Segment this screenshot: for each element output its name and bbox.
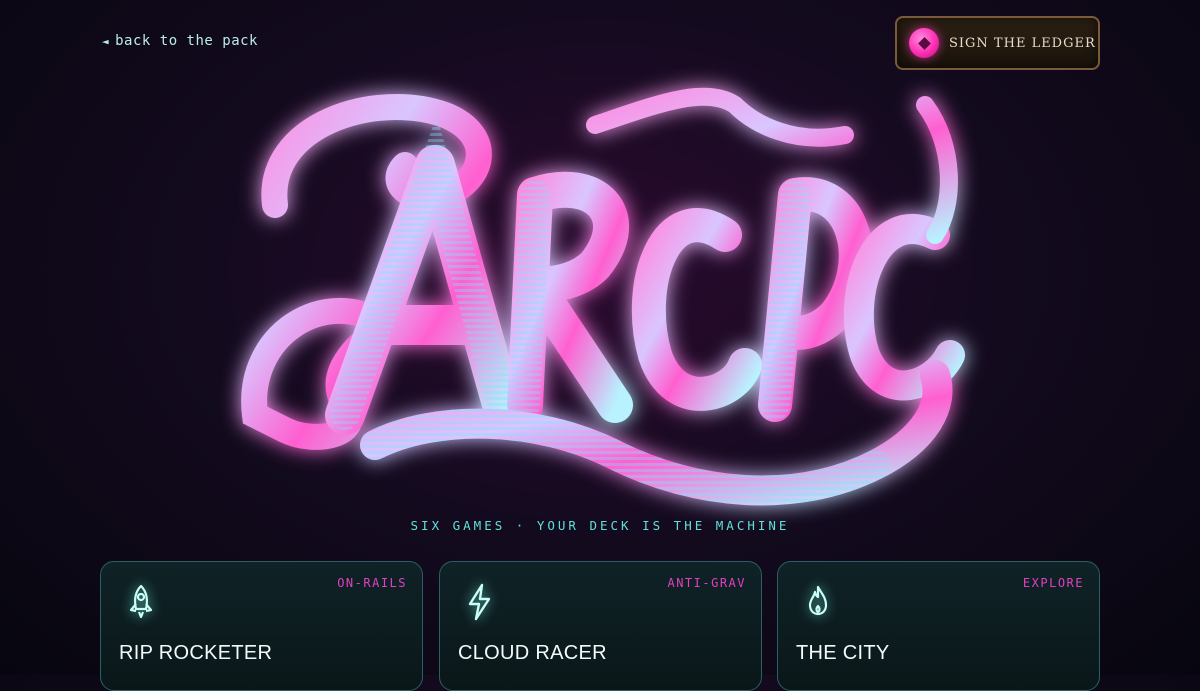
arcade-logo: [235, 85, 965, 515]
rocket-icon: [121, 582, 161, 622]
sign-ledger-label: SIGN THE LEDGER: [949, 35, 1096, 51]
card-title: THE CITY: [796, 642, 890, 664]
card-tag: ON-RAILS: [337, 576, 407, 590]
game-cards: ON-RAILS RIP ROCKETER ANTI-GRAV CLOUD RA…: [100, 561, 1100, 691]
card-title: RIP ROCKETER: [119, 642, 273, 664]
back-link-label: back to the pack: [115, 33, 258, 49]
lightning-icon: [460, 582, 500, 622]
back-arrow-icon: ◄: [102, 34, 110, 48]
game-card-the-city[interactable]: EXPLORE THE CITY: [777, 561, 1100, 691]
game-card-rip-rocketer[interactable]: ON-RAILS RIP ROCKETER: [100, 561, 423, 691]
tagline: SIX GAMES · YOUR DECK IS THE MACHINE: [410, 518, 790, 533]
back-to-pack-link[interactable]: ◄ back to the pack: [102, 33, 258, 49]
card-tag: ANTI-GRAV: [667, 576, 746, 590]
arcade-logo-graphic: [241, 87, 965, 506]
flame-icon: [798, 582, 838, 622]
gem-icon: [909, 28, 939, 58]
game-card-cloud-racer[interactable]: ANTI-GRAV CLOUD RACER: [439, 561, 762, 691]
card-tag: EXPLORE: [1022, 576, 1084, 590]
sign-ledger-button[interactable]: SIGN THE LEDGER: [895, 16, 1100, 70]
card-title: CLOUD RACER: [458, 642, 607, 664]
